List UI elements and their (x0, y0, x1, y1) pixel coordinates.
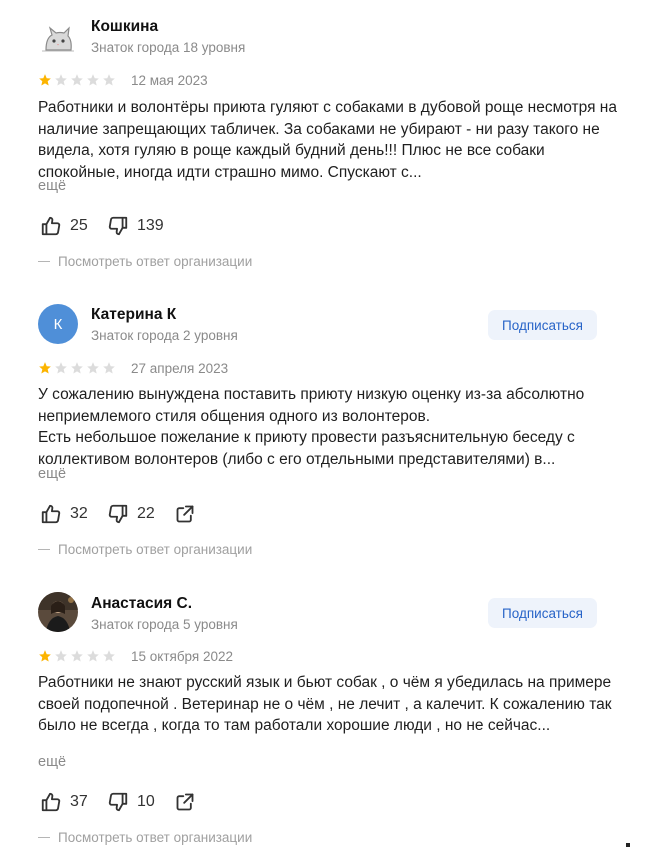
share-button[interactable] (175, 792, 195, 817)
divider (38, 549, 50, 550)
star-icon (87, 362, 99, 374)
review-text: Работники не знают русский язык и бьют с… (38, 674, 612, 734)
share-button[interactable] (175, 504, 195, 529)
star-icon (55, 650, 67, 662)
subscribe-button[interactable]: Подписаться (488, 598, 597, 628)
dislike-button[interactable]: 10 (107, 791, 155, 813)
like-button[interactable]: 37 (40, 791, 88, 813)
author-level: Знаток города 18 уровня (91, 40, 246, 55)
star-icon (39, 650, 51, 662)
like-button[interactable]: 32 (40, 503, 88, 525)
author-level: Знаток города 5 уровня (91, 617, 238, 632)
star-icon (71, 362, 83, 374)
author-name[interactable]: Катерина К (91, 306, 176, 324)
thumbs-down-icon (108, 792, 128, 812)
org-answer-label: Посмотреть ответ организации (58, 254, 253, 269)
dislike-button[interactable]: 139 (107, 215, 164, 237)
org-answer-label: Посмотреть ответ организации (58, 542, 253, 557)
star-icon (103, 650, 115, 662)
star-icon (39, 74, 51, 86)
more-link[interactable]: ещё (38, 754, 66, 770)
review-text: У сожалению вынуждена поставить приюту н… (38, 386, 585, 468)
thumbs-down-icon (108, 504, 128, 524)
thumbs-up-icon (41, 504, 61, 524)
author-name[interactable]: Кошкина (91, 18, 158, 36)
org-answer-label: Посмотреть ответ организации (58, 830, 253, 845)
share-icon (176, 793, 194, 811)
star-icon (103, 362, 115, 374)
view-org-answer-link[interactable]: Посмотреть ответ организации (38, 254, 252, 269)
like-count: 32 (70, 505, 88, 522)
view-org-answer-link[interactable]: Посмотреть ответ организации (38, 542, 252, 557)
star-icon (87, 650, 99, 662)
avatar[interactable] (38, 20, 78, 60)
review-date: 15 октября 2022 (131, 649, 234, 664)
user-photo-icon (38, 592, 78, 632)
subscribe-button[interactable]: Подписаться (488, 310, 597, 340)
more-link[interactable]: ещё (38, 178, 66, 194)
star-icon (55, 362, 67, 374)
thumbs-down-icon (108, 216, 128, 236)
avatar[interactable] (38, 592, 78, 632)
star-icon (71, 650, 83, 662)
review-date: 27 апреля 2023 (131, 361, 229, 376)
like-count: 37 (70, 793, 88, 810)
more-link[interactable]: ещё (38, 466, 66, 482)
divider (38, 261, 50, 262)
dislike-count: 22 (137, 505, 155, 522)
star-icon (39, 362, 51, 374)
dislike-count: 139 (137, 217, 164, 234)
divider (38, 837, 50, 838)
rating-stars (38, 361, 116, 377)
review-text: Работники и волонтёры приюта гуляют с со… (38, 99, 617, 181)
like-button[interactable]: 25 (40, 215, 88, 237)
star-icon (55, 74, 67, 86)
star-icon (87, 74, 99, 86)
review-date: 12 мая 2023 (131, 73, 208, 88)
share-icon (176, 505, 194, 523)
dislike-button[interactable]: 22 (107, 503, 155, 525)
rating-stars (38, 73, 116, 89)
author-name[interactable]: Анастасия С. (91, 595, 192, 613)
view-org-answer-link[interactable]: Посмотреть ответ организации (38, 830, 252, 845)
avatar[interactable]: К (38, 304, 78, 344)
rating-stars (38, 649, 116, 665)
cat-avatar-icon (38, 20, 78, 60)
thumbs-up-icon (41, 216, 61, 236)
dislike-count: 10 (137, 793, 155, 810)
star-icon (103, 74, 115, 86)
author-level: Знаток города 2 уровня (91, 328, 238, 343)
star-icon (71, 74, 83, 86)
cursor-mark (626, 843, 630, 847)
thumbs-up-icon (41, 792, 61, 812)
like-count: 25 (70, 217, 88, 234)
